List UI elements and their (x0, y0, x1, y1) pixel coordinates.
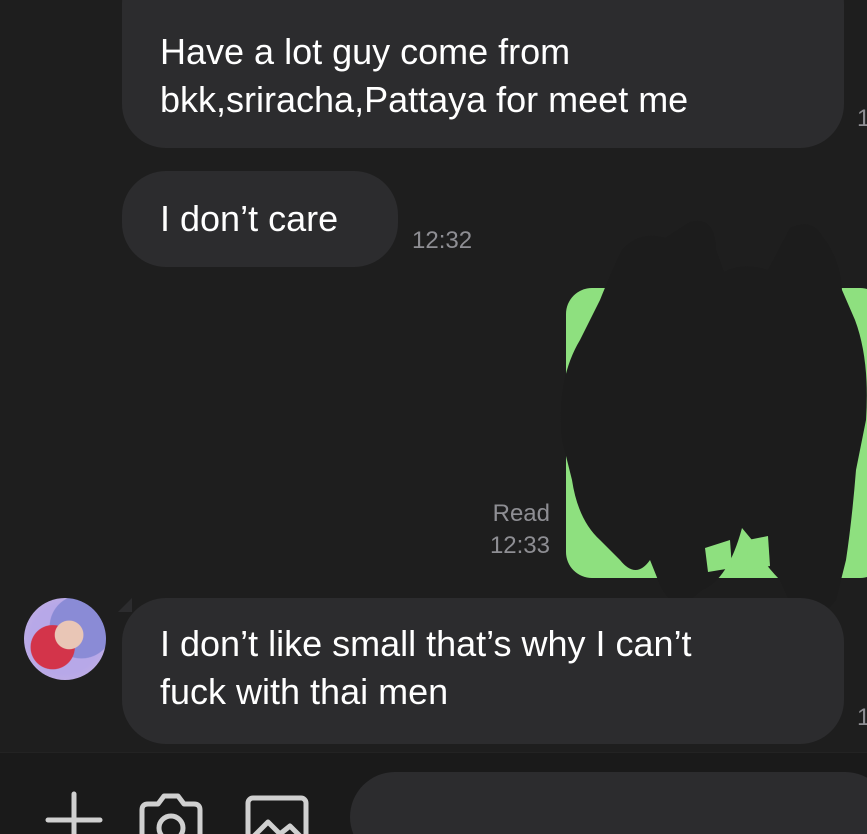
image-icon[interactable] (244, 792, 310, 834)
message-timestamp-cropped: 1 (857, 704, 867, 731)
message-text: I don’t care (160, 198, 339, 239)
outgoing-message-bubble[interactable] (566, 288, 867, 578)
contact-avatar[interactable] (24, 598, 106, 680)
plus-icon[interactable] (44, 790, 104, 834)
message-text-line: Have a lot guy come from (160, 31, 571, 72)
message-text-line: bkk,sriracha,Pattaya for meet me (160, 79, 689, 120)
message-timestamp-cropped: 1 (857, 105, 867, 132)
message-input[interactable] (350, 772, 867, 834)
message-text-line: fuck with thai men (160, 671, 449, 712)
incoming-message-bubble[interactable]: I don’t like small that’s why I can’t fu… (122, 598, 844, 744)
chat-screen: Have a lot guy come from bkk,sriracha,Pa… (0, 0, 867, 834)
message-text-line: I don’t like small that’s why I can’t (160, 623, 692, 664)
bubble-tail (118, 598, 132, 612)
read-status: Read (492, 500, 550, 527)
message-timestamp: 12:32 (412, 227, 473, 254)
incoming-message-bubble[interactable]: Have a lot guy come from bkk,sriracha,Pa… (122, 0, 844, 148)
message-timestamp: 12:33 (489, 532, 550, 559)
read-receipt: Read 12:33 (490, 498, 550, 562)
camera-icon[interactable] (136, 792, 206, 834)
incoming-message-bubble[interactable]: I don’t care (122, 171, 398, 267)
